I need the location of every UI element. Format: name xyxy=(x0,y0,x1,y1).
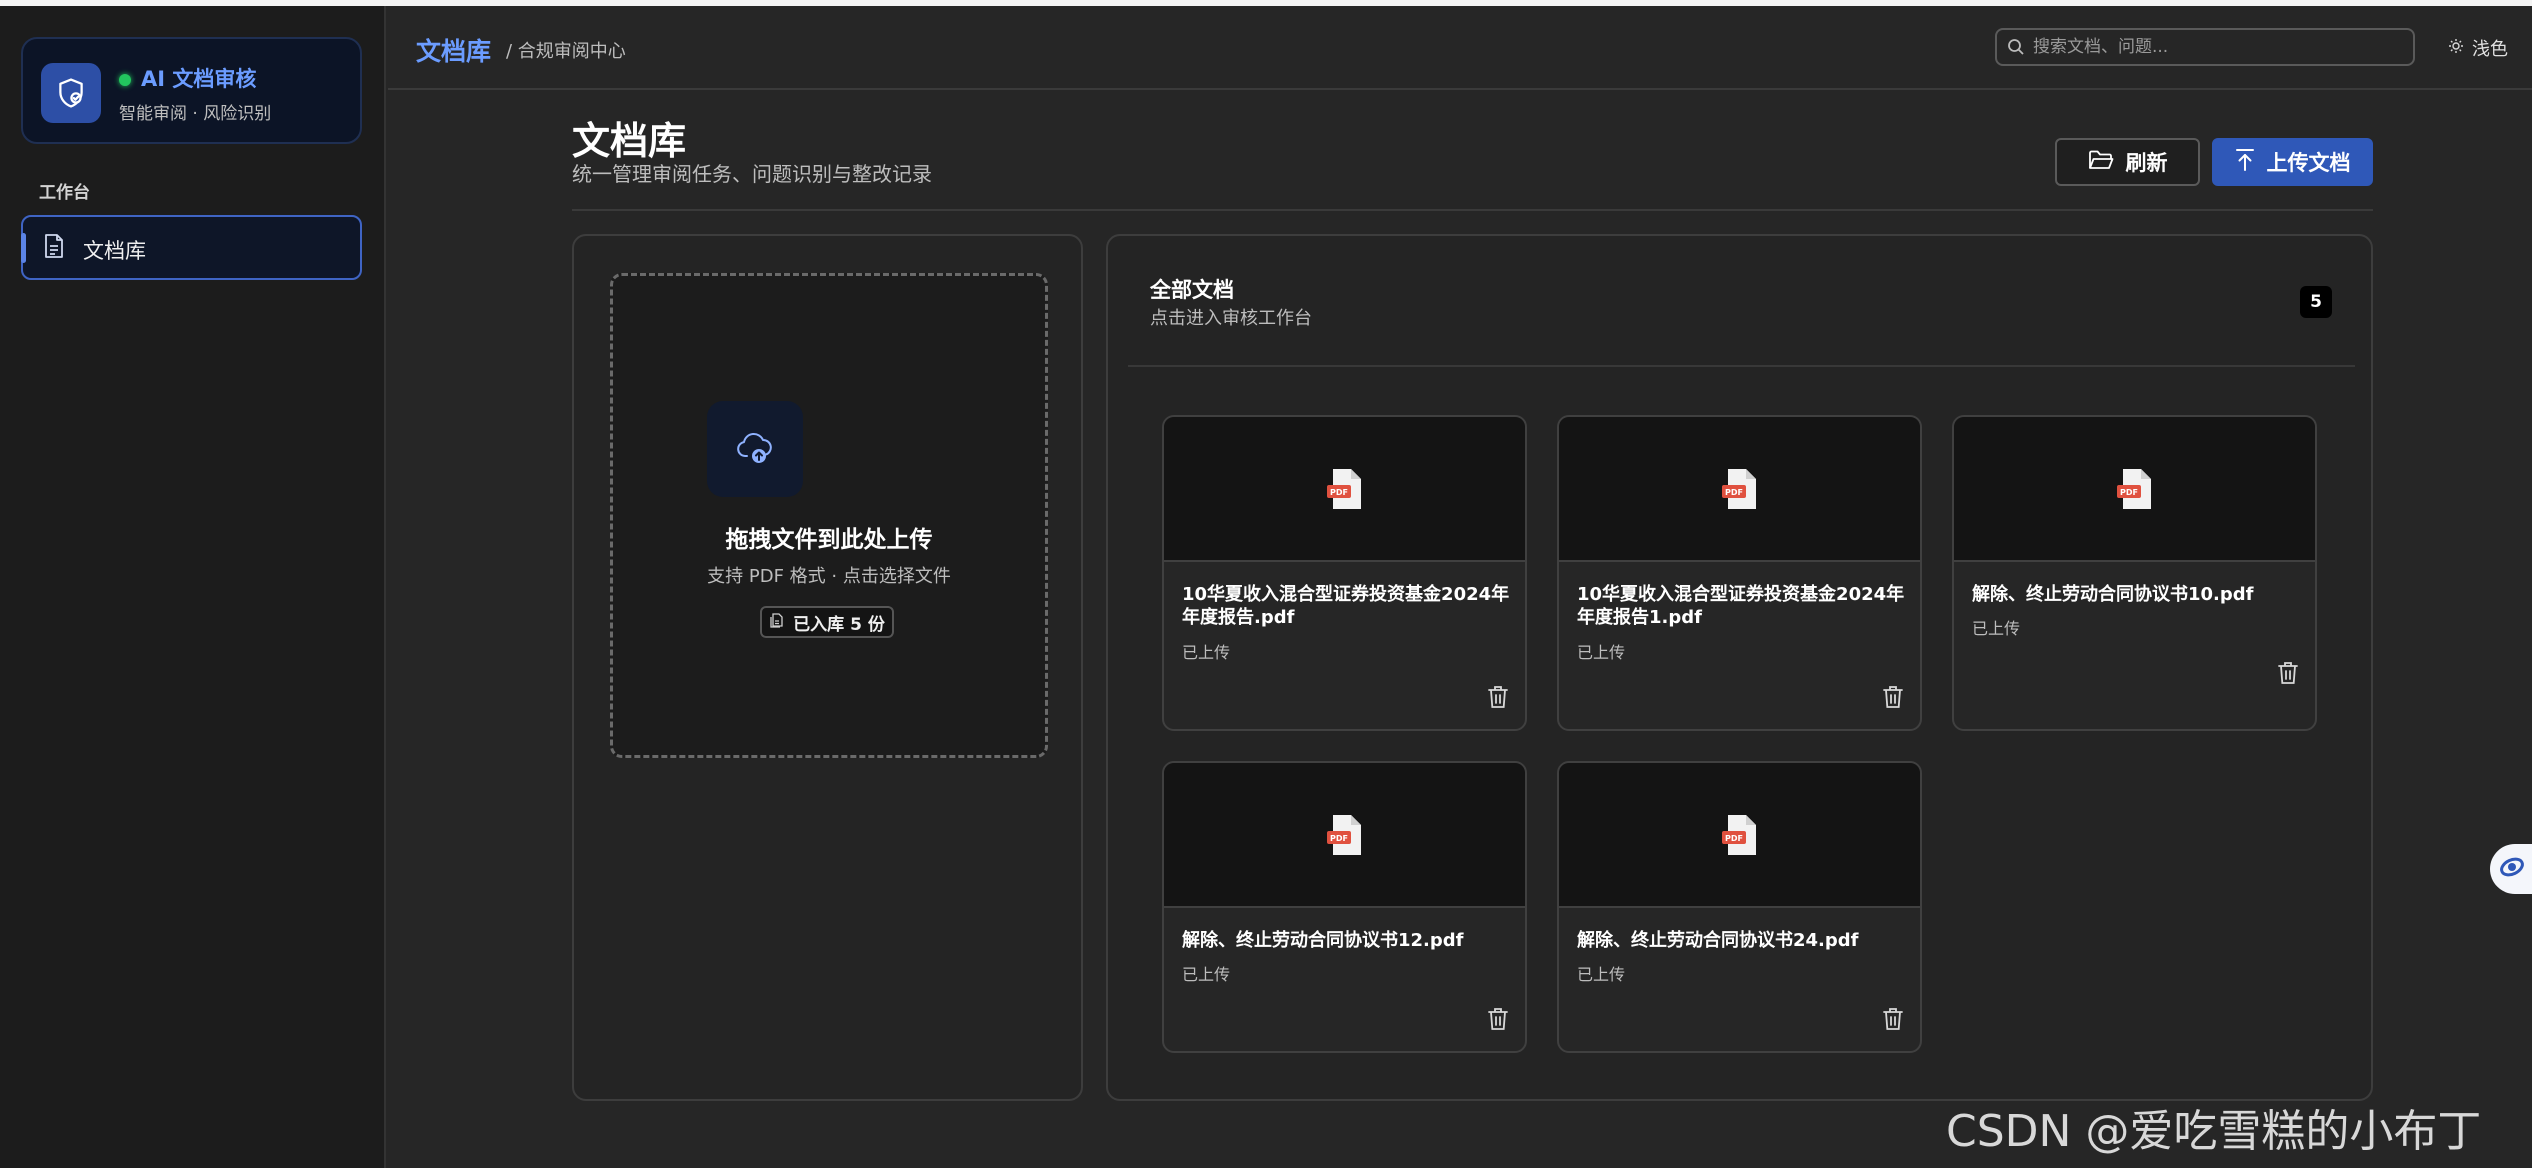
document-name: 10华夏收入混合型证券投资基金2024年年度报告1.pdf xyxy=(1577,584,1905,628)
sidebar-item-document-library[interactable]: 文档库 xyxy=(21,215,362,280)
page-subtitle: 统一管理审阅任务、问题识别与整改记录 xyxy=(572,162,932,186)
document-thumbnail: PDF xyxy=(1559,417,1920,562)
stored-count-badge: 已入库 5 份 xyxy=(760,606,894,638)
document-card[interactable]: PDF 解除、终止劳动合同协议书24.pdf 已上传 xyxy=(1557,761,1922,1053)
shield-check-icon xyxy=(41,63,101,123)
document-name: 解除、终止劳动合同协议书24.pdf xyxy=(1577,930,1859,951)
svg-text:PDF: PDF xyxy=(1330,488,1348,497)
sidebar-item-label: 文档库 xyxy=(83,239,146,263)
upload-panel: 拖拽文件到此处上传 支持 PDF 格式 · 点击选择文件 已入库 5 份 xyxy=(572,234,1083,1101)
document-card[interactable]: PDF 解除、终止劳动合同协议书10.pdf 已上传 xyxy=(1952,415,2317,731)
top-header: 文档库 / 合规审阅中心 浅色 xyxy=(388,6,2532,90)
upload-label: 上传文档 xyxy=(2266,151,2351,175)
brand-card[interactable]: AI 文档审核 智能审阅 · 风险识别 xyxy=(21,37,362,144)
breadcrumb-current[interactable]: 文档库 xyxy=(416,32,491,68)
svg-text:PDF: PDF xyxy=(1725,834,1743,843)
sidebar-section-label: 工作台 xyxy=(39,183,90,203)
refresh-button[interactable]: 刷新 xyxy=(2055,138,2200,186)
brand-title: AI 文档审核 xyxy=(141,67,257,91)
file-stack-icon xyxy=(769,612,785,633)
document-status: 已上传 xyxy=(1972,619,2021,638)
brand-subtitle: 智能审阅 · 风险识别 xyxy=(119,104,272,124)
folder-open-icon xyxy=(2088,149,2114,176)
assistant-orbit-icon xyxy=(2497,852,2527,886)
document-name: 10华夏收入混合型证券投资基金2024年年度报告.pdf xyxy=(1182,584,1510,628)
document-thumbnail: PDF xyxy=(1954,417,2315,562)
floating-assistant-button[interactable] xyxy=(2490,844,2532,894)
document-status: 已上传 xyxy=(1577,965,1626,984)
svg-text:PDF: PDF xyxy=(1330,834,1348,843)
pdf-file-icon: PDF xyxy=(1721,468,1756,509)
pdf-file-icon: PDF xyxy=(1326,814,1361,855)
document-thumbnail: PDF xyxy=(1164,763,1525,908)
svg-text:PDF: PDF xyxy=(1725,488,1743,497)
dropzone-subtitle: 支持 PDF 格式 · 点击选择文件 xyxy=(707,566,951,587)
document-thumbnail: PDF xyxy=(1559,763,1920,908)
upload-document-button[interactable]: 上传文档 xyxy=(2212,138,2373,186)
document-card[interactable]: PDF 解除、终止劳动合同协议书12.pdf 已上传 xyxy=(1162,761,1527,1053)
search-box[interactable] xyxy=(1995,28,2415,66)
document-thumbnail: PDF xyxy=(1164,417,1525,562)
pdf-file-icon: PDF xyxy=(1326,468,1361,509)
document-name: 解除、终止劳动合同协议书10.pdf xyxy=(1972,584,2254,605)
documents-count-badge: 5 xyxy=(2300,286,2332,318)
documents-subtitle: 点击进入审核工作台 xyxy=(1150,308,1312,329)
delete-trash-icon[interactable] xyxy=(1882,685,1904,713)
documents-divider xyxy=(1128,365,2355,367)
theme-toggle-label: 浅色 xyxy=(2472,39,2508,60)
document-status: 已上传 xyxy=(1182,965,1231,984)
delete-trash-icon[interactable] xyxy=(1487,685,1509,713)
dropzone-title: 拖拽文件到此处上传 xyxy=(725,527,933,553)
search-icon xyxy=(2007,38,2025,60)
heading-divider xyxy=(572,209,2373,211)
sidebar: AI 文档审核 智能审阅 · 风险识别 工作台 文档库 xyxy=(0,6,386,1168)
upload-arrow-icon xyxy=(2235,148,2255,177)
documents-title: 全部文档 xyxy=(1150,278,1234,302)
sun-icon xyxy=(2448,38,2464,59)
active-indicator xyxy=(21,233,26,263)
stored-count-label: 已入库 5 份 xyxy=(793,614,885,635)
watermark-text: CSDN @爱吃雪糕的小布丁 xyxy=(1946,1106,2482,1157)
document-status: 已上传 xyxy=(1577,643,1626,662)
document-icon xyxy=(43,233,65,263)
document-name: 解除、终止劳动合同协议书12.pdf xyxy=(1182,930,1464,951)
online-status-dot xyxy=(119,74,131,86)
cloud-upload-icon xyxy=(707,401,803,497)
delete-trash-icon[interactable] xyxy=(2277,661,2299,689)
document-card[interactable]: PDF 10华夏收入混合型证券投资基金2024年年度报告.pdf 已上传 xyxy=(1162,415,1527,731)
svg-text:PDF: PDF xyxy=(2120,488,2138,497)
delete-trash-icon[interactable] xyxy=(1882,1007,1904,1035)
pdf-file-icon: PDF xyxy=(1721,814,1756,855)
pdf-file-icon: PDF xyxy=(2116,468,2151,509)
file-dropzone[interactable]: 拖拽文件到此处上传 支持 PDF 格式 · 点击选择文件 已入库 5 份 xyxy=(610,273,1048,758)
documents-panel: 全部文档 点击进入审核工作台 5 PDF 10华夏收入混合型证券投资基金2024… xyxy=(1106,234,2373,1101)
delete-trash-icon[interactable] xyxy=(1487,1007,1509,1035)
search-input[interactable] xyxy=(2033,34,2403,60)
page-title: 文档库 xyxy=(572,119,687,163)
document-card[interactable]: PDF 10华夏收入混合型证券投资基金2024年年度报告1.pdf 已上传 xyxy=(1557,415,1922,731)
theme-toggle-button[interactable]: 浅色 xyxy=(2448,35,2508,61)
document-status: 已上传 xyxy=(1182,643,1231,662)
refresh-label: 刷新 xyxy=(2125,151,2168,175)
breadcrumb-section: / 合规审阅中心 xyxy=(506,41,626,62)
